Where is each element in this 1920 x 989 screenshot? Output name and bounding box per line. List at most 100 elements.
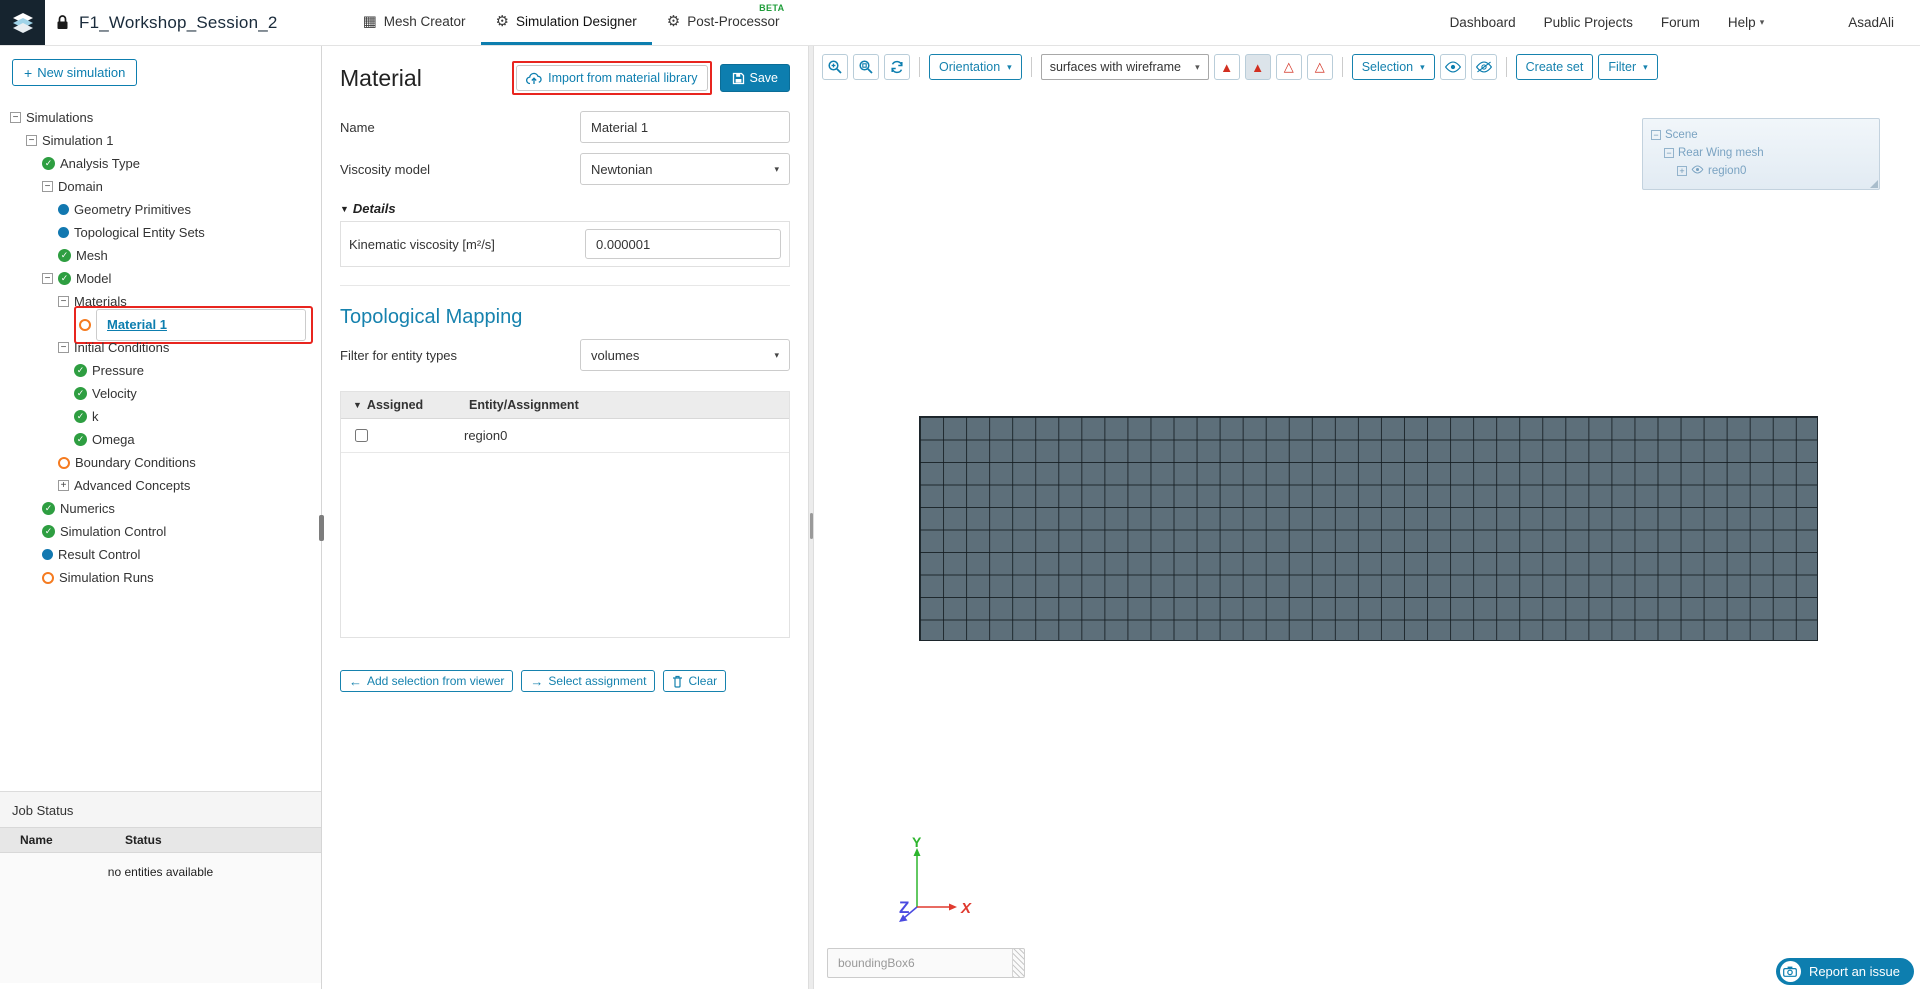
tree-item-label[interactable]: Pressure — [92, 363, 144, 378]
tree-item-label[interactable]: Boundary Conditions — [75, 455, 196, 470]
mesh-surface-triangle-button-2[interactable]: ▲ — [1245, 54, 1271, 80]
tree-item-label[interactable]: Velocity — [92, 386, 137, 401]
hide-entity-button[interactable] — [1471, 54, 1497, 80]
show-entity-button[interactable] — [1440, 54, 1466, 80]
tree-item-advanced-concepts[interactable]: + Advanced Concepts — [0, 474, 321, 497]
reset-view-button[interactable] — [884, 54, 910, 80]
collapse-caret-icon[interactable]: ▼ — [353, 400, 362, 410]
tab-post-processor[interactable]: ⚙Post-ProcessorBETA — [652, 0, 795, 45]
nav-forum[interactable]: Forum — [1661, 15, 1700, 30]
collapse-icon[interactable]: − — [10, 112, 21, 123]
tree-item-velocity[interactable]: ✓Velocity — [0, 382, 321, 405]
collapse-icon[interactable]: − — [42, 181, 53, 192]
tree-item-topological-entity-sets[interactable]: Topological Entity Sets — [0, 221, 321, 244]
nav-help[interactable]: Help▾ — [1728, 15, 1764, 30]
tree-item-model[interactable]: −✓Model — [0, 267, 321, 290]
mesh-surface-triangle-button-3[interactable]: △ — [1276, 54, 1302, 80]
tree-item-label[interactable]: Simulation 1 — [42, 133, 114, 148]
tree-item-boundary-conditions[interactable]: Boundary Conditions — [0, 451, 321, 474]
tree-item-simulation-runs[interactable]: Simulation Runs — [0, 566, 321, 589]
create-set-button[interactable]: Create set — [1516, 54, 1594, 80]
tree-item-result-control[interactable]: Result Control — [0, 543, 321, 566]
resize-handle-icon[interactable] — [1870, 180, 1878, 188]
tree-item-label[interactable]: Geometry Primitives — [74, 202, 191, 217]
collapse-icon[interactable]: − — [42, 273, 53, 284]
sidebar-resize-handle[interactable] — [319, 515, 324, 541]
tree-item-label[interactable]: Material 1 — [96, 309, 306, 341]
splitter-grip[interactable] — [810, 513, 813, 539]
tree-item-label[interactable]: Result Control — [58, 547, 140, 562]
filter-dropdown[interactable]: Filter ▾ — [1598, 54, 1657, 80]
scene-item-rear-wing-mesh[interactable]: −Rear Wing mesh — [1651, 144, 1871, 162]
viscosity-model-select[interactable]: Newtonian ▾ — [580, 153, 790, 185]
rear-wing-mesh[interactable] — [919, 416, 1818, 641]
collapse-icon[interactable]: − — [58, 296, 69, 307]
tree-item-geometry-primitives[interactable]: Geometry Primitives — [0, 198, 321, 221]
expand-icon[interactable]: + — [1677, 166, 1687, 176]
tree-item-simulations[interactable]: −Simulations — [0, 106, 321, 129]
scene-item-region0[interactable]: + region0 — [1651, 162, 1871, 180]
mesh-surface-triangle-button-4[interactable]: △ — [1307, 54, 1333, 80]
kinematic-viscosity-input[interactable] — [585, 229, 781, 259]
nav-dashboard[interactable]: Dashboard — [1450, 15, 1516, 30]
scene-item-label[interactable]: Rear Wing mesh — [1678, 144, 1764, 162]
entity-type-select[interactable]: volumes ▾ — [580, 339, 790, 371]
tree-item-label[interactable]: Simulations — [26, 110, 93, 125]
add-selection-from-viewer-button[interactable]: ← Add selection from viewer — [340, 670, 513, 692]
import-material-library-button[interactable]: Import from material library — [516, 65, 707, 91]
scene-item-label[interactable]: Scene — [1665, 126, 1698, 144]
report-issue-button[interactable]: Report an issue — [1776, 958, 1914, 985]
collapse-icon[interactable]: − — [1651, 130, 1661, 140]
tab-mesh-creator[interactable]: ▦Mesh Creator — [348, 0, 481, 45]
tab-simulation-designer[interactable]: ⚙Simulation Designer — [481, 0, 652, 45]
app-logo[interactable] — [0, 0, 45, 45]
collapse-icon[interactable]: − — [26, 135, 37, 146]
tree-item-label[interactable]: Topological Entity Sets — [74, 225, 205, 240]
tree-item-label[interactable]: Advanced Concepts — [74, 478, 190, 493]
tree-item-mesh[interactable]: ✓Mesh — [0, 244, 321, 267]
tree-item-k[interactable]: ✓k — [0, 405, 321, 428]
tree-item-label[interactable]: Omega — [92, 432, 135, 447]
nav-public-projects[interactable]: Public Projects — [1544, 15, 1633, 30]
collapse-icon[interactable]: − — [58, 342, 69, 353]
tree-item-label[interactable]: Mesh — [76, 248, 108, 263]
tree-item-simulation-1[interactable]: −Simulation 1 — [0, 129, 321, 152]
tree-item-label[interactable]: Model — [76, 271, 111, 286]
tree-item-numerics[interactable]: ✓Numerics — [0, 497, 321, 520]
select-assignment-button[interactable]: → Select assignment — [521, 670, 655, 692]
zoom-window-button[interactable] — [853, 54, 879, 80]
material-name-input[interactable] — [580, 111, 790, 143]
entity-checkbox[interactable] — [355, 429, 368, 442]
tree-item-pressure[interactable]: ✓Pressure — [0, 359, 321, 382]
orientation-dropdown[interactable]: Orientation ▾ — [929, 54, 1022, 80]
details-header[interactable]: ▼ Details — [340, 201, 790, 216]
tree-item-label[interactable]: Domain — [58, 179, 103, 194]
table-row-region0[interactable]: region0 — [341, 419, 789, 453]
collapse-icon[interactable]: − — [1664, 148, 1674, 158]
clear-button[interactable]: Clear — [663, 670, 726, 692]
tree-item-label[interactable]: Analysis Type — [60, 156, 140, 171]
tree-item-domain[interactable]: −Domain — [0, 175, 321, 198]
3d-viewer[interactable]: Orientation ▾ surfaces with wireframe ▾ … — [814, 45, 1920, 989]
save-button[interactable]: Save — [720, 64, 791, 92]
scene-item-label[interactable]: region0 — [1708, 162, 1746, 180]
expand-icon[interactable]: + — [58, 480, 69, 491]
resize-grip-icon[interactable] — [1012, 949, 1024, 977]
tree-item-material-1[interactable]: Material 1 — [0, 313, 321, 336]
scene-item-scene[interactable]: −Scene — [1651, 126, 1871, 144]
tree-item-label[interactable]: Numerics — [60, 501, 115, 516]
tree-item-label[interactable]: Simulation Control — [60, 524, 166, 539]
mesh-surface-triangle-button-1[interactable]: ▲ — [1214, 54, 1240, 80]
display-mode-select[interactable]: surfaces with wireframe ▾ — [1041, 54, 1209, 80]
tree-item-simulation-control[interactable]: ✓Simulation Control — [0, 520, 321, 543]
eye-icon[interactable] — [1691, 162, 1704, 180]
tree-item-label[interactable]: Simulation Runs — [59, 570, 154, 585]
tree-item-label[interactable]: k — [92, 409, 99, 424]
tree-item-omega[interactable]: ✓Omega — [0, 428, 321, 451]
tree-item-label[interactable]: Initial Conditions — [74, 340, 169, 355]
bounding-box-field[interactable]: boundingBox6 — [827, 948, 1025, 978]
zoom-in-button[interactable] — [822, 54, 848, 80]
nav-asadali[interactable]: AsadAli — [1848, 15, 1894, 30]
tree-item-analysis-type[interactable]: ✓Analysis Type — [0, 152, 321, 175]
selection-dropdown[interactable]: Selection ▾ — [1352, 54, 1435, 80]
